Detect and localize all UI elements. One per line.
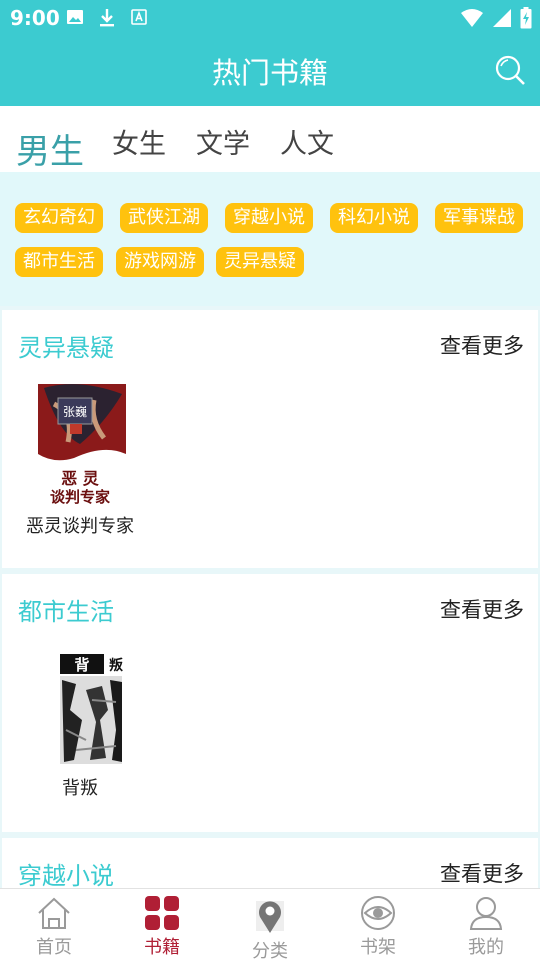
app-header: 热门书籍	[0, 36, 540, 106]
tag-gaming[interactable]: 游戏网游	[116, 247, 204, 277]
cover-title-line1: 恶 灵	[61, 469, 100, 488]
book-item[interactable]: 张巍 恶 灵 谈判专家 恶灵谈判专家	[20, 384, 140, 544]
genre-tags: 玄幻奇幻 武侠江湖 穿越小说 科幻小说 军事谍战 都市生活 游戏网游 灵异悬疑	[0, 172, 540, 306]
category-tabs: 男生 女生 文学 人文	[0, 106, 540, 172]
section-title: 都市生活	[18, 598, 114, 626]
status-right-icons	[460, 7, 532, 29]
view-more-link[interactable]: 查看更多	[440, 330, 524, 360]
location-pin-icon	[256, 901, 284, 933]
section-title: 灵异悬疑	[18, 334, 114, 362]
nav-label: 书架	[360, 937, 396, 958]
view-more-link[interactable]: 查看更多	[440, 594, 524, 624]
nav-label: 分类	[252, 941, 288, 960]
book-item[interactable]: 背 叛 背叛	[20, 650, 140, 810]
image-icon	[67, 10, 83, 24]
tag-supernatural[interactable]: 灵异悬疑	[216, 247, 304, 277]
page-title: 热门书籍	[211, 56, 328, 90]
user-icon	[469, 897, 503, 930]
tag-wuxia[interactable]: 武侠江湖	[120, 203, 208, 233]
battery-icon	[520, 7, 532, 29]
signal-icon	[493, 9, 511, 27]
tab-literature[interactable]: 文学	[196, 122, 250, 161]
tab-humanities[interactable]: 人文	[280, 122, 334, 161]
bottom-navigation: 首页 书籍 分类 书架 我的	[0, 888, 540, 960]
cover-title-main: 背	[74, 656, 89, 674]
nav-books[interactable]: 书籍	[108, 889, 216, 960]
status-left-icons	[66, 8, 148, 28]
wifi-icon	[461, 9, 483, 27]
nav-label: 书籍	[144, 937, 180, 958]
nav-category[interactable]: 分类	[216, 889, 324, 960]
eye-icon	[361, 896, 395, 930]
nav-label: 首页	[36, 937, 72, 958]
section-supernatural: 灵异悬疑 查看更多 张巍 恶 灵 谈判专家 恶灵谈判专家	[2, 310, 538, 568]
tab-male[interactable]: 男生	[16, 124, 84, 173]
tag-scifi[interactable]: 科幻小说	[330, 203, 418, 233]
status-time: 9:00	[10, 6, 60, 30]
section-title: 穿越小说	[18, 862, 114, 890]
status-bar: 9:00	[0, 0, 540, 36]
book-title[interactable]: 恶灵谈判专家	[20, 512, 140, 538]
font-icon	[131, 9, 147, 25]
nav-label: 我的	[468, 937, 504, 958]
tag-military[interactable]: 军事谍战	[435, 203, 523, 233]
cover-title-line2: 谈判专家	[50, 488, 110, 506]
home-icon	[38, 897, 70, 929]
tag-urban[interactable]: 都市生活	[15, 247, 103, 277]
search-icon[interactable]	[494, 54, 526, 86]
nav-home[interactable]: 首页	[0, 889, 108, 960]
tag-time-travel[interactable]: 穿越小说	[225, 203, 313, 233]
book-cover[interactable]: 背 叛	[56, 650, 126, 768]
tab-female[interactable]: 女生	[112, 122, 166, 161]
cover-title-side: 叛	[109, 657, 123, 674]
tag-fantasy[interactable]: 玄幻奇幻	[15, 203, 103, 233]
cover-author-badge: 张巍	[63, 405, 87, 419]
nav-mine[interactable]: 我的	[432, 889, 540, 960]
download-icon	[100, 9, 114, 27]
book-cover[interactable]: 张巍 恶 灵 谈判专家	[34, 384, 126, 506]
books-grid-icon	[145, 896, 179, 930]
view-more-link[interactable]: 查看更多	[440, 858, 524, 888]
book-title[interactable]: 背叛	[20, 774, 140, 800]
nav-bookshelf[interactable]: 书架	[324, 889, 432, 960]
section-urban: 都市生活 查看更多 背 叛 背叛	[2, 574, 538, 832]
